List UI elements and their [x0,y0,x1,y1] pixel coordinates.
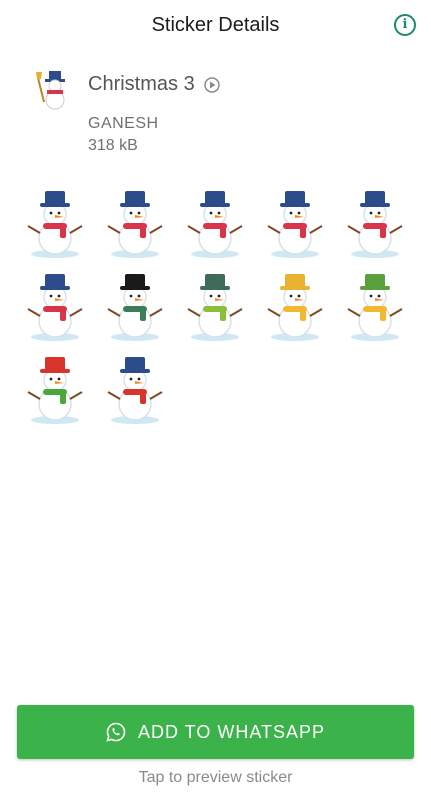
sticker-snowman-knit-hat[interactable] [180,269,250,343]
snowman-icon [27,357,83,424]
snowman-icon [347,191,403,258]
sticker-snowman-red-scarf[interactable] [100,352,170,426]
sticker-snowman-gift[interactable] [180,186,250,260]
sticker-snowman-lights[interactable] [340,269,410,343]
snowman-icon [107,274,163,341]
add-to-whatsapp-button[interactable]: ADD TO WHATSAPP [17,705,414,759]
sticker-snowman-waving[interactable] [340,186,410,260]
whatsapp-icon [106,722,126,742]
sticker-snowman-merry-christmas-sign[interactable] [100,186,170,260]
snowman-icon [187,191,243,258]
publisher-name: GANESH [88,115,159,132]
sticker-snowman-santa-hat[interactable] [20,352,90,426]
snowman-icon [27,191,83,258]
snowman-icon [267,191,323,258]
pack-header: Christmas 3 GANESH 318 kB [34,68,414,168]
pack-name: Christmas 3 [88,73,221,96]
snowman-icon [107,191,163,258]
sticker-snowman-bell[interactable] [20,269,90,343]
sticker-snowman-blue-hat[interactable] [20,186,90,260]
top-bar: Sticker Details i [0,0,431,52]
pack-name-text: Christmas 3 [88,73,195,95]
play-icon[interactable] [204,76,221,93]
snowman-icon [187,274,243,341]
page-title: Sticker Details [151,14,280,36]
sticker-snowman-earmuffs[interactable] [260,269,330,343]
preview-hint: Tap to preview sticker [138,769,293,786]
snowman-icon [27,274,83,341]
sticker-snowman-black-hat-bowtie[interactable] [100,269,170,343]
snowman-icon [267,274,323,341]
snowman-icon [107,357,163,424]
sticker-snowman-broom[interactable] [260,186,330,260]
pack-tray-icon [36,71,65,110]
info-icon[interactable]: i [394,14,416,36]
add-to-whatsapp-label: ADD TO WHATSAPP [137,721,326,742]
snowman-icon [347,274,403,341]
pack-size: 318 kB [88,137,138,154]
